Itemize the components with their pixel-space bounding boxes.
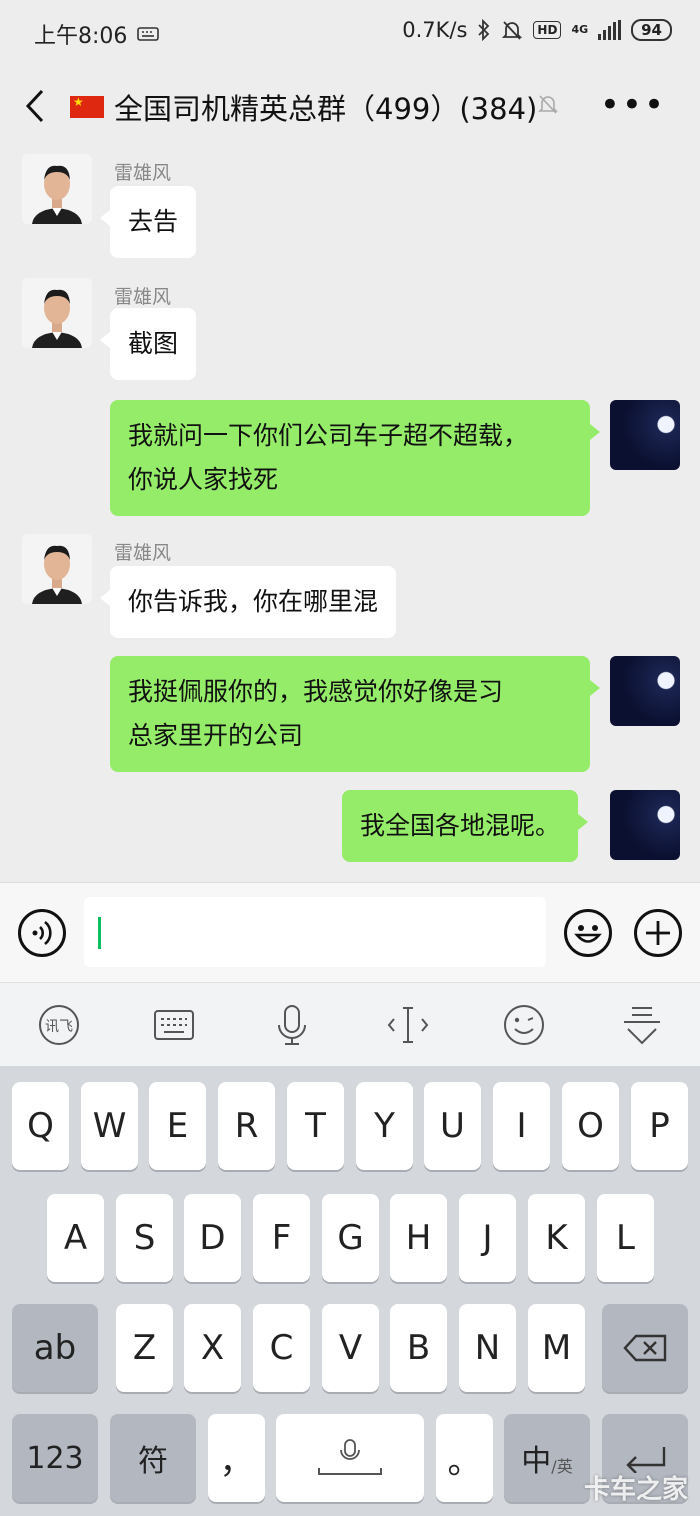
message-line: 我就问一下你们公司车子超不超载，: [128, 421, 529, 450]
person-avatar-icon: [22, 534, 92, 604]
space-mic-icon: [318, 1439, 382, 1475]
battery-level: 94: [631, 19, 672, 41]
key-y[interactable]: Y: [356, 1082, 413, 1170]
key-r[interactable]: R: [218, 1082, 275, 1170]
incoming-message[interactable]: 去告: [99, 186, 197, 258]
key-c[interactable]: C: [253, 1304, 310, 1392]
wechat-chat-screen: 上午8:06 0.7K/s HD 4G 94 ★ 全国司机精英总群（499）(3…: [0, 0, 700, 1516]
backspace-key[interactable]: [602, 1304, 688, 1392]
key-t[interactable]: T: [287, 1082, 344, 1170]
voice-icon[interactable]: [18, 909, 66, 957]
outgoing-message[interactable]: 我挺佩服你的，我感觉你好像是习 总家里开的公司: [110, 656, 600, 772]
my-avatar[interactable]: [610, 400, 680, 470]
status-bar: 上午8:06 0.7K/s HD 4G 94: [0, 0, 700, 66]
emoji-icon[interactable]: [564, 909, 612, 957]
network-speed: 0.7K/s: [402, 18, 468, 42]
lang-sub: /英: [551, 1457, 573, 1476]
key-h[interactable]: H: [390, 1194, 447, 1282]
key-numbers[interactable]: 123: [12, 1414, 98, 1502]
microphone-icon[interactable]: [270, 1003, 314, 1047]
key-n[interactable]: N: [459, 1304, 516, 1392]
key-l[interactable]: L: [597, 1194, 654, 1282]
key-ab[interactable]: ab: [12, 1304, 98, 1392]
key-u[interactable]: U: [424, 1082, 481, 1170]
ime-toolbar: 讯飞: [0, 982, 700, 1066]
key-v[interactable]: V: [322, 1304, 379, 1392]
group-name: 全国司机精英总群（499）(384): [114, 92, 538, 126]
key-a[interactable]: A: [47, 1194, 104, 1282]
key-x[interactable]: X: [184, 1304, 241, 1392]
key-language-switch[interactable]: 中 /英: [504, 1414, 590, 1502]
text-caret: [98, 917, 101, 949]
keyboard-icon[interactable]: [152, 1003, 196, 1047]
outgoing-message[interactable]: 我就问一下你们公司车子超不超载， 你说人家找死: [110, 400, 600, 516]
cursor-icon[interactable]: [386, 1003, 430, 1047]
key-j[interactable]: J: [459, 1194, 516, 1282]
plus-sign-icon: [646, 921, 670, 945]
key-symbols[interactable]: 符: [110, 1414, 196, 1502]
network-type: 4G: [571, 23, 589, 36]
chat-input-bar: [0, 882, 700, 982]
key-g[interactable]: G: [322, 1194, 379, 1282]
key-q[interactable]: Q: [12, 1082, 69, 1170]
avatar[interactable]: [22, 278, 92, 348]
svg-text:讯飞: 讯飞: [45, 1019, 73, 1035]
voice-waves-icon: [32, 920, 52, 946]
lang-main: 中: [521, 1444, 552, 1479]
key-p[interactable]: P: [631, 1082, 688, 1170]
key-d[interactable]: D: [184, 1194, 241, 1282]
key-comma[interactable]: ，: [208, 1414, 265, 1502]
avatar[interactable]: [22, 534, 92, 604]
chat-header: 全国司机精英总群（499）(384): [0, 66, 700, 146]
backspace-icon: [623, 1334, 667, 1362]
sender-name: 雷雄风: [114, 162, 172, 184]
ifly-logo-icon[interactable]: 讯飞: [37, 1003, 81, 1047]
key-period[interactable]: 。: [436, 1414, 493, 1502]
message-input[interactable]: [84, 897, 546, 967]
bell-off-icon: [502, 21, 523, 40]
key-w[interactable]: W: [81, 1082, 138, 1170]
message-line: 总家里开的公司: [128, 721, 304, 750]
keyboard-status-icon: [137, 27, 160, 41]
person-avatar-icon: [22, 154, 92, 224]
key-i[interactable]: I: [493, 1082, 550, 1170]
watermark: 卡车之家: [583, 1475, 688, 1505]
key-o[interactable]: O: [562, 1082, 619, 1170]
sender-name: 雷雄风: [114, 286, 172, 308]
key-b[interactable]: B: [390, 1304, 447, 1392]
soft-keyboard: Q W E R T Y U I O P A S D F G H J K L ab…: [0, 1066, 700, 1516]
message-line: 你说人家找死: [128, 465, 279, 494]
message-list[interactable]: 雷雄风 去告 雷雄风 截图 我就问一下你们公司车子超不超载， 你说人家找死 雷雄…: [0, 146, 700, 882]
back-arrow-icon[interactable]: [20, 86, 50, 126]
hd-badge: HD: [533, 21, 562, 39]
key-e[interactable]: E: [149, 1082, 206, 1170]
incoming-message[interactable]: 截图: [99, 308, 197, 380]
message-line: 我挺佩服你的，我感觉你好像是习: [128, 677, 504, 706]
sender-name: 雷雄风: [114, 542, 172, 564]
status-time: 上午8:06: [34, 24, 128, 49]
more-options-button[interactable]: •••: [600, 88, 666, 122]
my-avatar[interactable]: [610, 656, 680, 726]
key-s[interactable]: S: [116, 1194, 173, 1282]
collapse-keyboard-icon[interactable]: [620, 1003, 664, 1047]
avatar[interactable]: [22, 154, 92, 224]
bluetooth-icon: [478, 19, 490, 41]
incoming-message[interactable]: 你告诉我，你在哪里混: [99, 566, 397, 638]
key-z[interactable]: Z: [116, 1304, 173, 1392]
outgoing-message[interactable]: 我全国各地混呢。: [342, 790, 589, 862]
space-key[interactable]: [276, 1414, 424, 1502]
key-f[interactable]: F: [253, 1194, 310, 1282]
bell-muted-icon: [538, 95, 558, 114]
chat-title: 全国司机精英总群（499）(384): [70, 86, 537, 128]
plus-icon[interactable]: [634, 909, 682, 957]
smiley-face-icon: [574, 925, 602, 943]
key-m[interactable]: M: [528, 1304, 585, 1392]
person-avatar-icon: [22, 278, 92, 348]
my-avatar[interactable]: [610, 790, 680, 860]
key-k[interactable]: K: [528, 1194, 585, 1282]
china-flag-icon: [70, 96, 104, 118]
emoticon-icon[interactable]: [502, 1003, 546, 1047]
signal-icon: [598, 20, 622, 40]
